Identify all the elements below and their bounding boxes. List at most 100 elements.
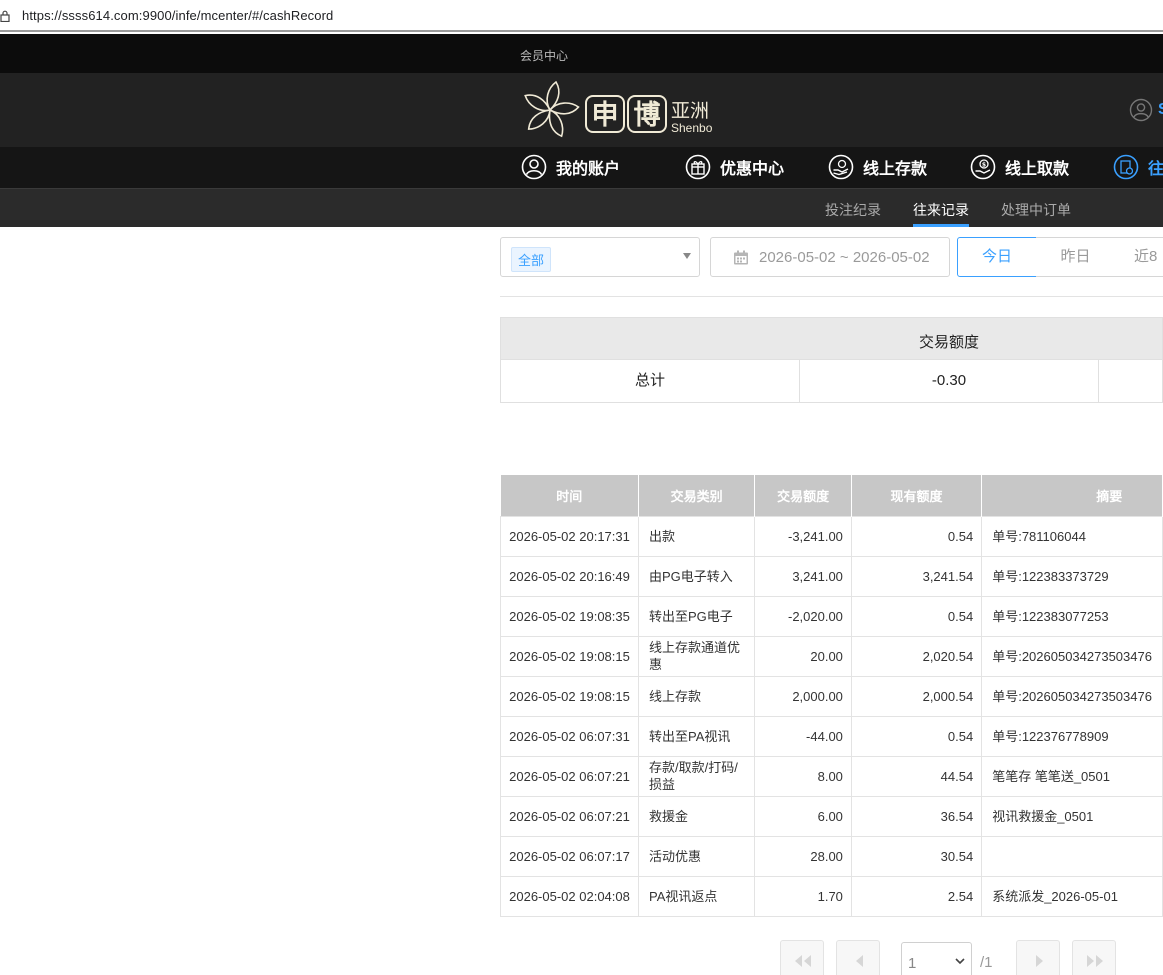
transaction-table: 时间 交易类别 交易额度 现有额度 摘要 2026-05-02 20:17:31… — [500, 475, 1163, 917]
cell-amount: 2,000.00 — [754, 675, 852, 717]
lock-icon — [0, 10, 10, 22]
cell-type: 线上存款 — [637, 675, 756, 717]
deposit-hand-icon — [828, 154, 854, 180]
svg-text:申: 申 — [592, 100, 619, 131]
cell-balance: 36.54 — [850, 795, 983, 837]
cell-balance: 3,241.54 — [850, 555, 983, 597]
url-text[interactable]: https://ssss614.com:9900/infe/mcenter/#/… — [22, 8, 333, 23]
cell-time: 2026-05-02 19:08:15 — [500, 675, 639, 717]
subtab-bet-records[interactable]: 投注纪录 — [825, 200, 881, 220]
cell-type: 出款 — [637, 515, 756, 557]
total-pages: /1 — [980, 954, 993, 971]
caret-down-icon — [683, 253, 691, 259]
col-header-summary: 摘要 — [981, 475, 1163, 516]
user-name-initial[interactable]: S — [1158, 101, 1163, 119]
nav-label: 线上存款 — [863, 161, 928, 178]
nav-promotions[interactable]: 优惠中心 — [685, 153, 784, 181]
subtab-transfer-records[interactable]: 往来记录 — [913, 200, 969, 220]
quick-range-today[interactable]: 今日 — [957, 237, 1037, 277]
cell-balance: 0.54 — [850, 715, 983, 757]
shenbo-logo[interactable]: 申 博 亚洲 Shenbo — [519, 79, 719, 141]
subtab-pending-orders[interactable]: 处理中订单 — [1001, 200, 1071, 220]
chevron-left-icon — [856, 955, 863, 967]
svg-text:Shenbo: Shenbo — [671, 121, 713, 135]
active-subtab-indicator — [913, 224, 969, 227]
table-row: 2026-05-02 20:17:31 出款 -3,241.00 0.54 单号:781… — [500, 515, 1163, 557]
user-circle-icon — [521, 154, 547, 180]
gift-icon — [685, 154, 711, 180]
cell-summary: 单号:122383077253 — [981, 595, 1163, 637]
table-row: 2026-05-02 19:08:15 线上存款 2,000.00 2,000.54 单… — [500, 675, 1163, 717]
cell-amount: -3,241.00 — [754, 515, 852, 557]
chevron-right-icon — [1036, 955, 1043, 967]
prev-page-button[interactable] — [836, 940, 880, 975]
nav-online-withdraw[interactable]: $ 线上取款 — [970, 153, 1069, 181]
cell-time: 2026-05-02 06:07:17 — [500, 835, 639, 877]
page-select[interactable]: 1 — [901, 942, 972, 975]
cell-amount: -44.00 — [754, 715, 852, 757]
cell-type: 由PG电子转入 — [637, 555, 756, 597]
transaction-type-select[interactable]: 全部 — [500, 237, 700, 277]
chevron-down-icon — [955, 958, 965, 965]
date-range-picker[interactable]: 2026-05-02 ~ 2026-05-02 — [710, 237, 950, 277]
cell-amount: 8.00 — [754, 755, 852, 797]
cell-summary: 单号:202605034273503476 — [981, 675, 1163, 717]
nav-label: 我的账户 — [556, 161, 621, 178]
nav-label: 往 — [1148, 161, 1163, 178]
cell-summary: 笔笔存 笔笔送_0501 — [981, 755, 1163, 797]
member-center-link[interactable]: 会员中心 — [520, 47, 568, 64]
table-row: 2026-05-02 06:07:21 存款/取款/打码/损益 8.00 44.54 笔… — [500, 755, 1163, 797]
summary-header-label: 交易额度 — [919, 334, 980, 351]
type-tag-all[interactable]: 全部 — [511, 247, 552, 272]
cell-balance: 2,000.54 — [850, 675, 983, 717]
nav-label: 线上取款 — [1005, 161, 1070, 178]
current-page: 1 — [908, 955, 917, 972]
next-page-button[interactable] — [1016, 940, 1060, 975]
cell-summary: 单号:202605034273503476 — [981, 635, 1163, 677]
table-row: 2026-05-02 06:07:31 转出至PA视讯 -44.00 0.54 单号:1… — [500, 715, 1163, 757]
summary-header: 交易额度 — [500, 317, 1163, 360]
summary-row: 总计 -0.30 — [500, 360, 1163, 403]
cell-summary: 系统派发_2026-05-01 — [981, 875, 1163, 917]
nav-transaction-records[interactable]: 往 — [1113, 153, 1163, 181]
user-account-icon[interactable] — [1129, 98, 1153, 122]
cell-balance: 0.54 — [850, 515, 983, 557]
col-header-time: 时间 — [500, 475, 639, 516]
sub-nav — [0, 188, 1163, 227]
quick-range-yesterday[interactable]: 昨日 — [1036, 237, 1116, 277]
table-row: 2026-05-02 02:04:08 PA视讯返点 1.70 2.54 系统派发_20… — [500, 875, 1163, 917]
cell-type: 存款/取款/打码/损益 — [637, 755, 756, 797]
cell-amount: -2,020.00 — [754, 595, 852, 637]
cell-summary: 单号:122376778909 — [981, 715, 1163, 757]
first-page-button[interactable] — [780, 940, 824, 975]
cell-balance: 44.54 — [850, 755, 983, 797]
svg-text:$: $ — [982, 162, 986, 169]
cell-type: 转出至PG电子 — [637, 595, 756, 637]
cell-summary — [981, 835, 1163, 877]
cell-balance: 2,020.54 — [850, 635, 983, 677]
nav-my-account[interactable]: 我的账户 — [521, 153, 620, 181]
cell-time: 2026-05-02 02:04:08 — [500, 875, 639, 917]
cell-type: PA视讯返点 — [637, 875, 756, 917]
nav-online-deposit[interactable]: 线上存款 — [828, 153, 927, 181]
record-icon — [1113, 154, 1139, 180]
quick-range-last-days[interactable]: 近8 — [1115, 237, 1163, 277]
cell-type: 线上存款通道优惠 — [637, 635, 756, 677]
cell-type: 活动优惠 — [637, 835, 756, 877]
table-row: 2026-05-02 20:16:49 由PG电子转入 3,241.00 3,241.… — [500, 555, 1163, 597]
col-header-amount: 交易额度 — [754, 475, 852, 516]
cell-type: 救援金 — [637, 795, 756, 837]
table-row: 2026-05-02 19:08:35 转出至PG电子 -2,020.00 0.54 单… — [500, 595, 1163, 637]
cell-summary: 视讯救援金_0501 — [981, 795, 1163, 837]
cell-time: 2026-05-02 06:07:21 — [500, 795, 639, 837]
double-chevron-left-icon — [795, 955, 811, 967]
browser-address-bar[interactable]: https://ssss614.com:9900/infe/mcenter/#/… — [0, 0, 1163, 32]
cell-amount: 6.00 — [754, 795, 852, 837]
double-chevron-right-icon — [1087, 955, 1103, 967]
table-row: 2026-05-02 19:08:15 线上存款通道优惠 20.00 2,020.54… — [500, 635, 1163, 677]
last-page-button[interactable] — [1072, 940, 1116, 975]
nav-label: 优惠中心 — [720, 161, 785, 178]
cell-amount: 20.00 — [754, 635, 852, 677]
cell-amount: 1.70 — [754, 875, 852, 917]
calendar-icon — [734, 250, 748, 265]
